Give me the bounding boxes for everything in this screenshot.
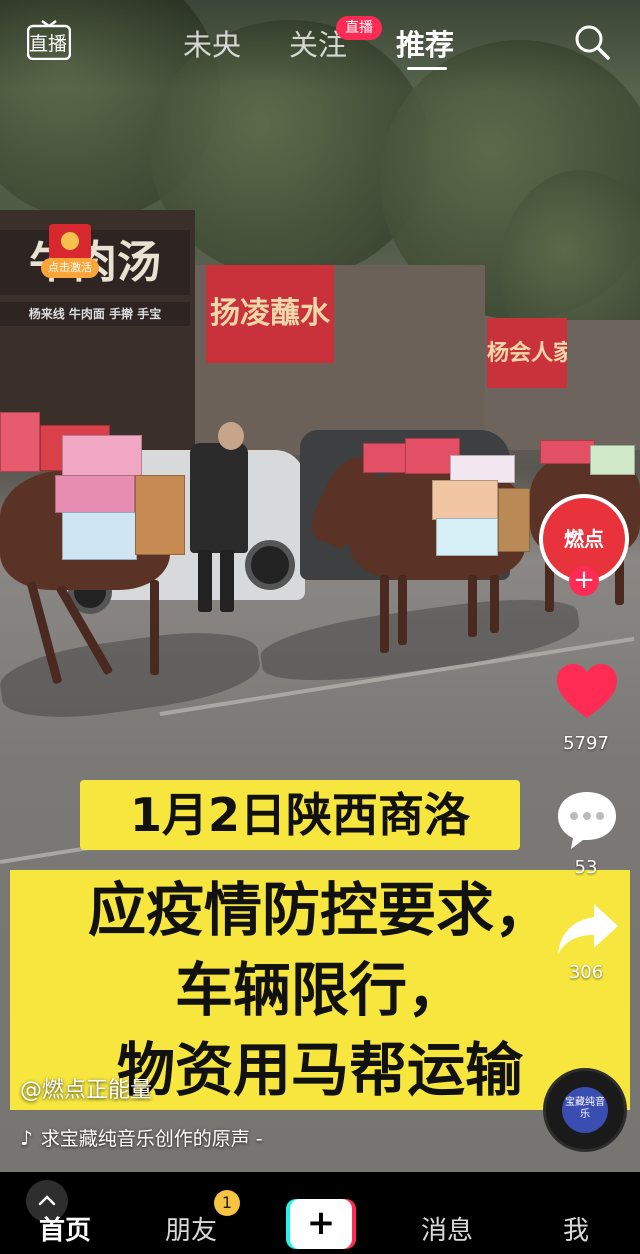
live-tab-label: 直播: [29, 33, 68, 55]
coin-icon: [61, 232, 79, 250]
like-count: 5797: [563, 733, 609, 754]
caption-date-location: 1月2日陕西商洛: [80, 780, 520, 850]
plus-icon: +: [290, 1199, 352, 1249]
tab-friends[interactable]: 朋友: [165, 1210, 217, 1247]
active-tab-indicator: [407, 67, 447, 70]
like-button[interactable]: [555, 662, 619, 724]
cargo-box: [540, 440, 595, 464]
shadow: [257, 588, 583, 692]
comment-count: 53: [574, 857, 598, 878]
horse-leg: [380, 575, 389, 653]
store-sign: 杨会人家: [487, 318, 567, 388]
horse-leg: [398, 575, 407, 645]
person: [190, 443, 248, 553]
cargo-box: [450, 455, 515, 483]
red-packet-widget[interactable]: 点击激活: [41, 224, 99, 278]
cargo-box: [135, 475, 185, 555]
car-wheel: [245, 540, 295, 590]
share-arrow-icon: [558, 904, 618, 954]
tab-recommended[interactable]: 推荐: [396, 22, 454, 64]
author-avatar[interactable]: 燃点 +: [539, 494, 633, 596]
horse-leg: [490, 575, 499, 633]
tab-messages[interactable]: 消息: [421, 1210, 473, 1247]
person-leg: [220, 550, 234, 612]
author-handle[interactable]: @燃点正能量: [20, 1072, 152, 1104]
horse-leg: [468, 575, 477, 637]
music-cover: 宝藏纯音乐: [562, 1087, 608, 1133]
caption-line: 应疫情防控要求，: [87, 876, 552, 944]
search-icon: [575, 25, 610, 60]
create-button[interactable]: +: [286, 1199, 356, 1249]
person-leg: [198, 550, 212, 612]
horse-leg: [150, 580, 159, 675]
scroll-up-button[interactable]: [26, 1180, 68, 1222]
follow-plus-button[interactable]: +: [569, 566, 599, 596]
chevron-up-icon: [38, 1195, 56, 1206]
search-button[interactable]: [572, 22, 612, 62]
cargo-box: [590, 445, 635, 475]
store-sign: 扬凌蘸水: [206, 265, 334, 363]
comment-button[interactable]: [555, 788, 619, 852]
cargo-box: [432, 480, 498, 520]
tab-me[interactable]: 我: [563, 1210, 589, 1247]
music-title: 求宝藏纯音乐创作的原声 -: [40, 1128, 263, 1150]
music-info[interactable]: ♪ 求宝藏纯音乐创作的原声 -: [20, 1124, 263, 1151]
top-nav: 直播 未央 关注 直播 推荐: [0, 0, 640, 90]
red-packet-label: 点击激活: [41, 258, 99, 278]
share-count: 306: [568, 962, 604, 983]
comment-icon: [558, 792, 616, 849]
music-disc[interactable]: 宝藏纯音乐: [543, 1068, 627, 1152]
live-badge: 直播: [336, 16, 382, 40]
friends-badge: 1: [214, 1190, 240, 1216]
music-note-icon: ♪: [20, 1126, 33, 1150]
shadow: [0, 622, 264, 728]
cargo-box: [55, 475, 135, 513]
cargo-box: [0, 412, 40, 472]
live-tab[interactable]: 直播: [27, 20, 71, 60]
video-frame[interactable]: 牛肉汤 杨来线 牛肉面 手擀 手宝 扬凌蘸水 杨会人家 点: [0, 0, 640, 1254]
tab-weiyang[interactable]: 未央: [183, 22, 241, 64]
person-head: [218, 422, 244, 450]
share-button[interactable]: [556, 900, 620, 956]
cargo-box: [62, 435, 142, 477]
cargo-box: [62, 512, 137, 560]
caption-line: 车辆限行，: [174, 956, 465, 1024]
heart-icon: [557, 664, 617, 718]
store-subtext: 杨来线 牛肉面 手擀 手宝: [0, 302, 190, 326]
cargo-box: [363, 443, 408, 473]
cargo-box: [498, 488, 530, 552]
cargo-box: [436, 518, 498, 556]
